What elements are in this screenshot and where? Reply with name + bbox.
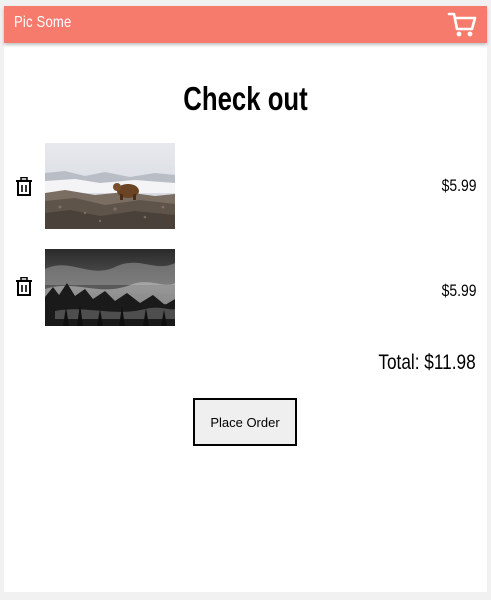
trash-icon[interactable] <box>15 277 33 297</box>
cart-item-image <box>45 249 175 326</box>
order-total: Total: $11.98 <box>378 351 476 374</box>
top-nav: Pic Some <box>4 6 487 43</box>
brand-link[interactable]: Pic Some <box>14 14 71 32</box>
cart-item-image <box>45 143 175 229</box>
cart-item: $5.99 <box>4 143 487 229</box>
cart-item-price: $5.99 <box>442 281 477 300</box>
page-title: Check out <box>183 80 308 117</box>
cart-item: $5.99 <box>4 249 487 326</box>
place-order-button[interactable]: Place Order <box>193 398 297 446</box>
cart-icon[interactable] <box>447 9 477 39</box>
cart-item-price: $5.99 <box>442 176 477 195</box>
trash-icon[interactable] <box>15 177 33 197</box>
app-frame: Pic Some Check out $5.99 $5.99 Total: $1… <box>4 6 487 592</box>
